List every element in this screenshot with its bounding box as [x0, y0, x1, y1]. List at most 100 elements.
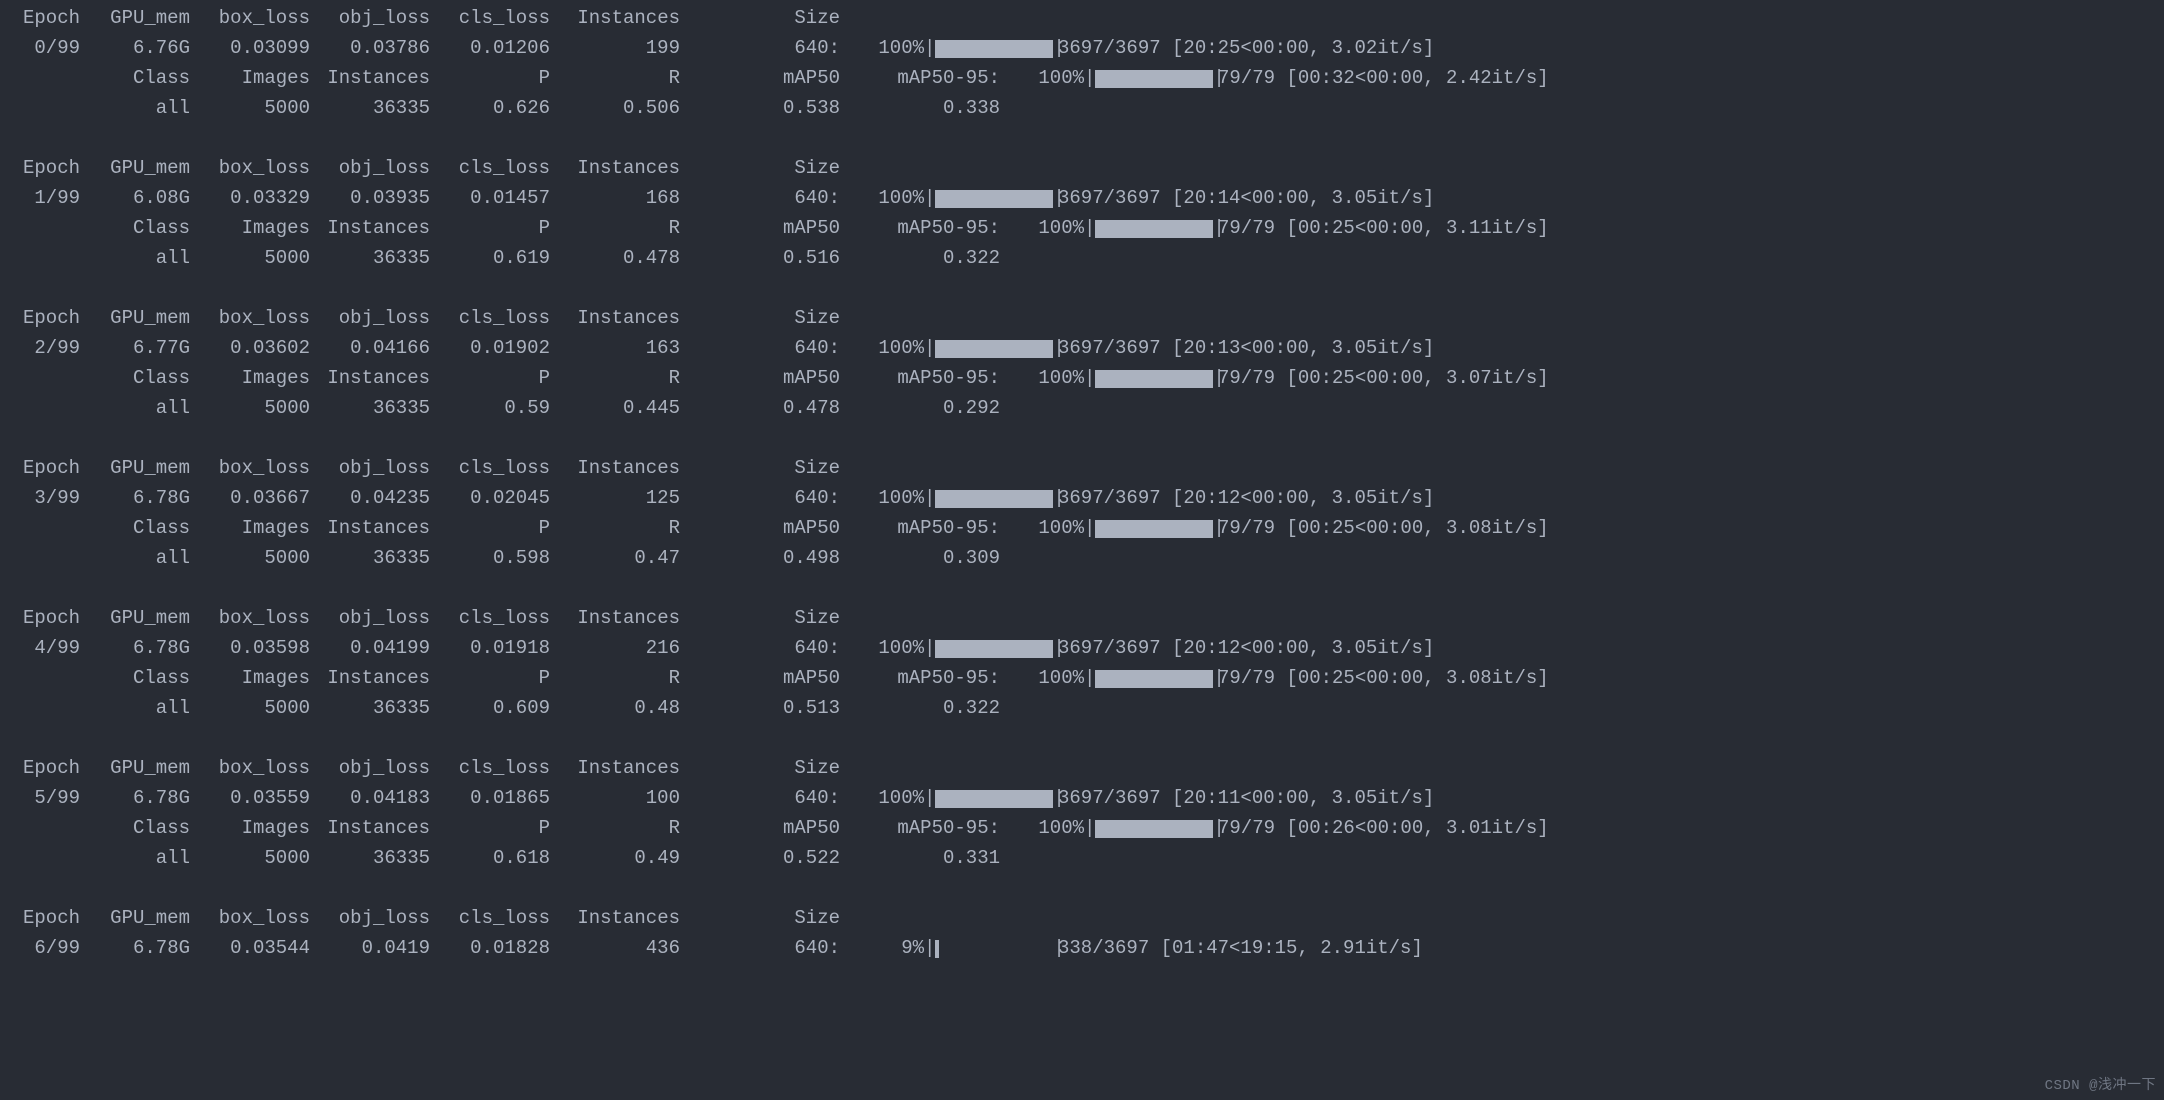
hdr-instances: Instances	[550, 154, 680, 183]
hdr-box-loss: box_loss	[190, 604, 310, 633]
hdr-instances: Instances	[550, 304, 680, 333]
val-r: 0.445	[550, 394, 680, 423]
train-header-row: EpochGPU_membox_lossobj_losscls_lossInst…	[0, 4, 2164, 34]
val-instances: 216	[550, 634, 680, 663]
hdr-images: Images	[190, 214, 310, 243]
val-stats: 79/79 [00:32<00:00, 2.42it/s]	[1214, 64, 1549, 93]
train-header-row: EpochGPU_membox_lossobj_losscls_lossInst…	[0, 304, 2164, 334]
train-value-row: 5/996.78G0.035590.041830.01865100640:100…	[0, 784, 2164, 814]
train-header-row: EpochGPU_membox_lossobj_losscls_lossInst…	[0, 454, 2164, 484]
val-gpu-mem: 6.78G	[80, 484, 190, 513]
hdr-p: P	[430, 214, 550, 243]
terminal-output: EpochGPU_membox_lossobj_losscls_lossInst…	[0, 0, 2164, 964]
hdr-r: R	[550, 514, 680, 543]
val-instances: 436	[550, 934, 680, 963]
hdr-obj-loss: obj_loss	[310, 154, 430, 183]
hdr-r: R	[550, 64, 680, 93]
hdr-cls-loss: cls_loss	[430, 604, 550, 633]
val-map50: 0.516	[680, 244, 840, 273]
hdr-images: Images	[190, 814, 310, 843]
hdr-class: Class	[80, 364, 190, 393]
hdr-gpu-mem: GPU_mem	[80, 4, 190, 33]
val-map50: 0.478	[680, 394, 840, 423]
train-value-row: 1/996.08G0.033290.039350.01457168640:100…	[0, 184, 2164, 214]
val-instances: 100	[550, 784, 680, 813]
val-p: 0.618	[430, 844, 550, 873]
train-stats: 3697/3697 [20:12<00:00, 3.05it/s]	[1054, 634, 1434, 663]
hdr-map50-95: mAP50-95:	[840, 664, 1000, 693]
val-value-row: all5000363350.6180.490.5220.331	[0, 844, 2164, 874]
train-value-row: 0/996.76G0.030990.037860.01206199640:100…	[0, 34, 2164, 64]
val-images: 5000	[190, 844, 310, 873]
hdr-cls-loss: cls_loss	[430, 454, 550, 483]
hdr-r: R	[550, 364, 680, 393]
val-val-instances: 36335	[310, 694, 430, 723]
val-r: 0.506	[550, 94, 680, 123]
val-images: 5000	[190, 244, 310, 273]
val-size: 640:	[680, 34, 840, 63]
hdr-images: Images	[190, 664, 310, 693]
hdr-p: P	[430, 514, 550, 543]
val-value-row: all5000363350.6260.5060.5380.338	[0, 94, 2164, 124]
hdr-obj-loss: obj_loss	[310, 754, 430, 783]
hdr-epoch: Epoch	[0, 154, 80, 183]
val-map50: 0.522	[680, 844, 840, 873]
val-val-instances: 36335	[310, 94, 430, 123]
val-pct: 100%	[1000, 814, 1084, 843]
val-obj-loss: 0.04235	[310, 484, 430, 513]
hdr-size: Size	[680, 304, 840, 333]
val-header-row: ClassImagesInstancesPRmAP50mAP50-95:100%…	[0, 64, 2164, 94]
val-box-loss: 0.03329	[190, 184, 310, 213]
hdr-val-instances: Instances	[310, 664, 430, 693]
train-header-row: EpochGPU_membox_lossobj_losscls_lossInst…	[0, 754, 2164, 784]
hdr-size: Size	[680, 754, 840, 783]
hdr-map50-95: mAP50-95:	[840, 364, 1000, 393]
val-size: 640:	[680, 634, 840, 663]
hdr-images: Images	[190, 364, 310, 393]
val-header-row: ClassImagesInstancesPRmAP50mAP50-95:100%…	[0, 514, 2164, 544]
val-r: 0.47	[550, 544, 680, 573]
hdr-size: Size	[680, 904, 840, 933]
val-gpu-mem: 6.78G	[80, 784, 190, 813]
val-value-row: all5000363350.6190.4780.5160.322	[0, 244, 2164, 274]
hdr-box-loss: box_loss	[190, 4, 310, 33]
train-header-row: EpochGPU_membox_lossobj_losscls_lossInst…	[0, 904, 2164, 934]
val-map50: 0.513	[680, 694, 840, 723]
val-map50-95: 0.322	[840, 694, 1000, 723]
train-stats: 3697/3697 [20:12<00:00, 3.05it/s]	[1054, 484, 1434, 513]
train-progress-bar: ||	[924, 634, 1054, 663]
val-epoch: 1/99	[0, 184, 80, 213]
val-r: 0.48	[550, 694, 680, 723]
hdr-obj-loss: obj_loss	[310, 454, 430, 483]
hdr-box-loss: box_loss	[190, 754, 310, 783]
hdr-epoch: Epoch	[0, 4, 80, 33]
val-pct: 100%	[1000, 364, 1084, 393]
train-value-row: 3/996.78G0.036670.042350.02045125640:100…	[0, 484, 2164, 514]
hdr-class: Class	[80, 514, 190, 543]
val-value-row: all5000363350.590.4450.4780.292	[0, 394, 2164, 424]
watermark: CSDN @浅冲一下	[2045, 1076, 2156, 1098]
hdr-box-loss: box_loss	[190, 454, 310, 483]
train-value-row: 4/996.78G0.035980.041990.01918216640:100…	[0, 634, 2164, 664]
train-progress-bar: ||	[924, 34, 1054, 63]
train-pct: 100%	[840, 334, 924, 363]
hdr-p: P	[430, 364, 550, 393]
val-cls-loss: 0.01918	[430, 634, 550, 663]
val-images: 5000	[190, 544, 310, 573]
hdr-epoch: Epoch	[0, 304, 80, 333]
hdr-obj-loss: obj_loss	[310, 604, 430, 633]
hdr-map50: mAP50	[680, 514, 840, 543]
hdr-map50: mAP50	[680, 64, 840, 93]
hdr-map50-95: mAP50-95:	[840, 214, 1000, 243]
val-images: 5000	[190, 394, 310, 423]
hdr-class: Class	[80, 214, 190, 243]
val-cls-loss: 0.01457	[430, 184, 550, 213]
val-box-loss: 0.03602	[190, 334, 310, 363]
hdr-epoch: Epoch	[0, 454, 80, 483]
val-r: 0.49	[550, 844, 680, 873]
train-progress-bar: ||	[924, 334, 1054, 363]
hdr-cls-loss: cls_loss	[430, 154, 550, 183]
hdr-cls-loss: cls_loss	[430, 304, 550, 333]
train-progress-bar: ||	[924, 184, 1054, 213]
hdr-box-loss: box_loss	[190, 304, 310, 333]
